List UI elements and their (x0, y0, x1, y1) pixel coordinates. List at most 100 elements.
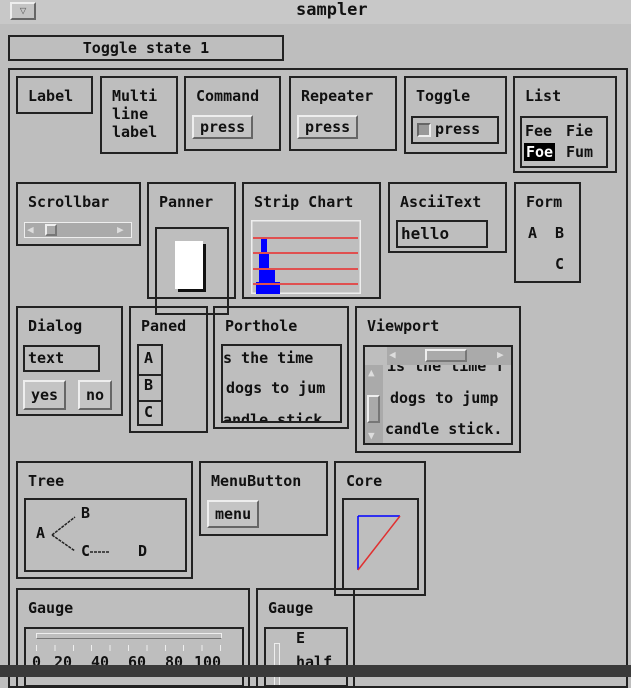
viewport-vertical-scrollbar[interactable]: ▲ ▼ (365, 365, 383, 443)
viewport-widget: Viewport is the time f dogs to jump candle… (355, 306, 521, 453)
viewport-title: Viewport (367, 317, 440, 335)
toggle-label: press (435, 120, 481, 138)
porthole-line: s the time (223, 349, 314, 367)
strip-chart (251, 220, 361, 294)
toggle-state-label: Toggle state 1 (8, 35, 284, 61)
horizontal-scrollbar[interactable]: ◀ ▶ (24, 222, 132, 238)
menu-button[interactable]: menu (207, 500, 260, 528)
asciitext-widget: AsciiText hello (388, 182, 507, 253)
command-title: Command (196, 87, 260, 105)
strip-chart-title: Strip Chart (254, 193, 354, 211)
form-item-b: B (555, 224, 565, 242)
gauge-tick-label: E (296, 629, 306, 647)
viewport-line: candle stick. (385, 420, 503, 438)
paned-widget: Paned A B C (129, 306, 208, 433)
gauge-vertical: Ehalf (264, 627, 348, 687)
tree-edges (51, 516, 110, 553)
repeater-title: Repeater (301, 87, 374, 105)
pane-c[interactable]: C (144, 403, 153, 421)
scrollbar-widget: Scrollbar ◀ ▶ (16, 182, 141, 246)
repeater-widget: Repeater press (289, 76, 397, 151)
tree-view: A B C D (24, 498, 187, 572)
list-item-selected[interactable]: Foe (524, 143, 556, 161)
porthole-line: andle stick (223, 411, 323, 423)
porthole-line: dogs to jum (226, 379, 326, 397)
list-item[interactable]: Fie (566, 122, 593, 140)
toggle-widget: Toggle press (404, 76, 507, 154)
viewport-view: is the time f dogs to jump candle stick. ◀… (363, 345, 513, 445)
form-widget: Form ABC (514, 182, 581, 283)
tree-node-d[interactable]: D (138, 542, 147, 560)
viewport-horizontal-scrollbar[interactable]: ◀ ▶ (387, 347, 511, 365)
form-item-a: A (528, 224, 538, 242)
window-title: sampler (296, 0, 368, 20)
menubutton-title: MenuButton (211, 472, 302, 490)
paned-area: A B C (137, 344, 163, 426)
list-box: Fee Fie Foe Fum (520, 116, 608, 168)
pane-divider[interactable] (139, 400, 161, 402)
dialog-text-input[interactable]: text (23, 345, 100, 372)
asciitext-title: AsciiText (400, 193, 482, 211)
window-menu-button[interactable]: ▽ (10, 2, 36, 20)
gauge-title: Gauge (268, 599, 314, 617)
repeater-press-button[interactable]: press (297, 115, 359, 139)
scrollbar-thumb[interactable] (45, 224, 57, 236)
core-drawing (357, 515, 401, 571)
gauge-minor-ticks (36, 645, 222, 651)
multiline-label-widget: Multi line label (100, 76, 178, 154)
viewport-line: dogs to jump (390, 389, 499, 407)
toggle-indicator-icon (417, 123, 431, 137)
asciitext-input[interactable]: hello (396, 220, 488, 248)
arrow-up-icon[interactable]: ▲ (368, 366, 375, 379)
gauge-title: Gauge (28, 599, 74, 617)
panner-title: Panner (159, 193, 214, 211)
list-item[interactable]: Fum (566, 143, 593, 161)
bottom-bar (0, 665, 631, 677)
pane-a[interactable]: A (144, 349, 153, 367)
panner-widget: Panner (147, 182, 236, 315)
form-item-c: C (555, 255, 565, 273)
paned-title: Paned (141, 317, 187, 335)
strip-chart-widget: Strip Chart (242, 182, 381, 299)
toggle-title: Toggle (416, 87, 471, 105)
tree-title: Tree (28, 472, 65, 490)
list-widget: List Fee Fie Foe Fum (513, 76, 617, 173)
arrow-down-icon[interactable]: ▼ (368, 429, 375, 442)
gauge-horizontal: 0 20 40 60 80 100 (24, 627, 244, 687)
scrollbar-thumb[interactable] (425, 349, 467, 362)
porthole-widget: Porthole s the time dogs to jum andle stic… (213, 306, 349, 429)
label-widget: Label (16, 76, 93, 114)
tree-widget: Tree A B C D (16, 461, 193, 579)
arrow-left-icon[interactable]: ◀ (27, 223, 34, 236)
panner-area[interactable] (155, 227, 229, 315)
gauge-bar (36, 633, 222, 639)
arrow-right-icon[interactable]: ▶ (117, 223, 124, 236)
form-title: Form (526, 193, 563, 211)
command-press-button[interactable]: press (192, 115, 254, 139)
dialog-title: Dialog (28, 317, 83, 335)
scrollbar-thumb[interactable] (367, 395, 380, 423)
tree-node-c[interactable]: C (81, 542, 90, 560)
arrow-left-icon[interactable]: ◀ (389, 348, 396, 361)
tree-node-a[interactable]: A (36, 524, 45, 542)
list-item[interactable]: Fee (525, 122, 552, 140)
dialog-no-button[interactable]: no (78, 380, 113, 410)
porthole-view[interactable]: s the time dogs to jum andle stick (221, 344, 342, 423)
scrollbar-title: Scrollbar (28, 193, 110, 211)
core-canvas[interactable] (342, 498, 419, 590)
list-title: List (525, 87, 562, 105)
triangle-down-icon: ▽ (19, 4, 27, 17)
arrow-right-icon[interactable]: ▶ (497, 348, 504, 361)
multiline-title: Multi line label (112, 87, 158, 141)
label-title: Label (28, 87, 74, 105)
title-bar: ▽ sampler (0, 0, 631, 24)
toggle-press[interactable]: press (411, 116, 499, 144)
core-title: Core (346, 472, 383, 490)
dialog-yes-button[interactable]: yes (23, 380, 67, 410)
tree-node-b[interactable]: B (81, 504, 90, 522)
core-widget: Core (334, 461, 426, 596)
command-widget: Command press (184, 76, 281, 151)
pane-b[interactable]: B (144, 376, 153, 394)
panner-slider[interactable] (175, 241, 203, 289)
dialog-widget: Dialog text yes no (16, 306, 123, 416)
